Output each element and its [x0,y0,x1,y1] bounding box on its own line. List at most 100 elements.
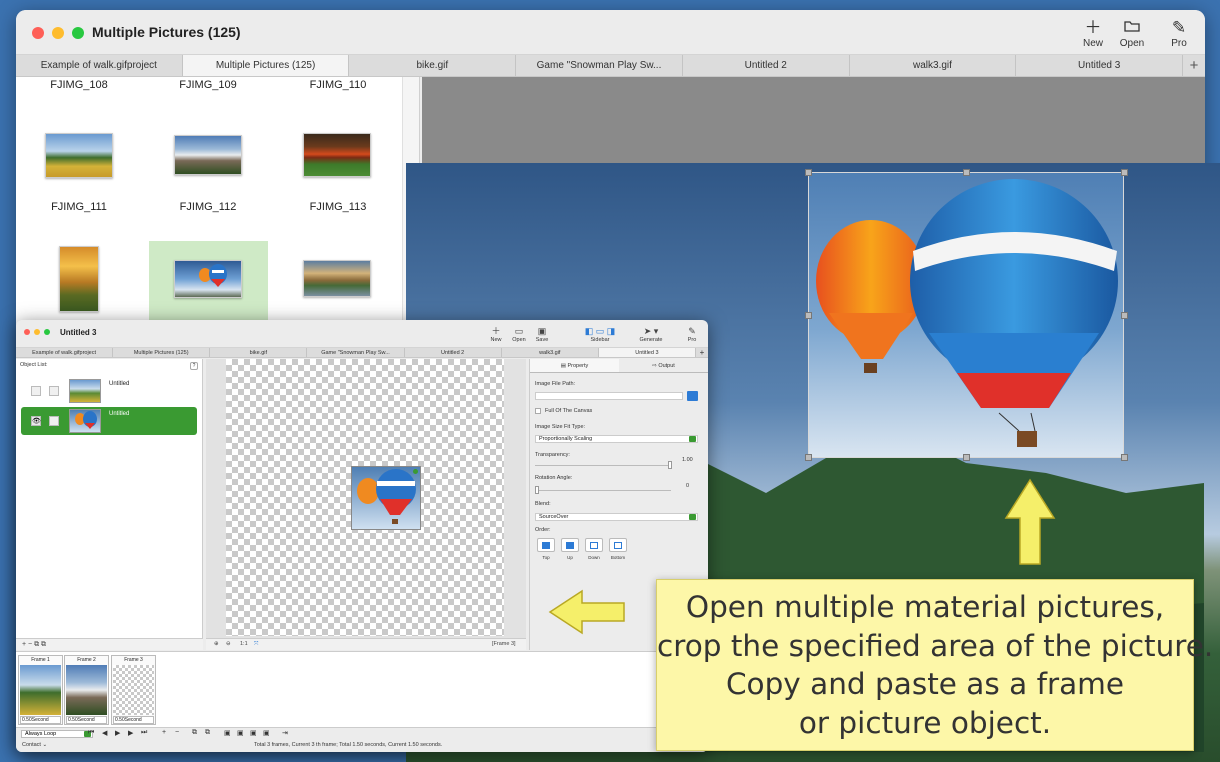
frame-2[interactable]: Frame 2 0.50Second [64,655,109,725]
tab-bike[interactable]: bike.gif [349,55,517,76]
transparent-canvas[interactable] [226,359,504,636]
sub-tab-game-snowman[interactable]: Game "Snowman Play Sw... [307,348,405,357]
lock-checkbox[interactable] [49,386,59,396]
crop-selection-rect[interactable] [805,169,1128,461]
sub-close-button[interactable] [24,329,30,335]
frame-1[interactable]: Frame 1 0.50Second [18,655,63,725]
thumbnail-fjimg-111[interactable] [45,133,113,178]
open-button[interactable]: Open [1110,18,1154,49]
order-top-button[interactable] [537,538,555,552]
browse-folder-icon[interactable] [687,391,698,401]
frame-tool-icon[interactable]: ▣ [224,729,231,737]
help-button[interactable]: ? [190,362,198,370]
minimize-button[interactable] [52,27,64,39]
frame-tool-icon[interactable]: ⇥ [282,729,288,737]
crop-handle[interactable] [805,454,812,461]
tab-property[interactable]: ▤ Property [530,359,619,372]
generate-button[interactable]: ➤ ▾ Generate [637,326,665,343]
object-list-toolbar[interactable]: + − ⧉ ⧉ [16,638,203,650]
crop-handle[interactable] [963,169,970,176]
crop-handle[interactable] [1121,454,1128,461]
sub-tab-untitled-3[interactable]: Untitled 3 [598,348,696,357]
copy-frame-icon[interactable]: ⧉ [192,729,197,737]
tab-multiple-pictures[interactable]: Multiple Pictures (125) [182,55,350,76]
close-button[interactable] [32,27,44,39]
frame-duration[interactable]: 0.50Second [20,716,61,724]
tab-untitled-2[interactable]: Untitled 2 [683,55,850,76]
tab-game-snowman[interactable]: Game "Snowman Play Sw... [516,55,683,76]
thumbnail-fjimg-113[interactable] [303,133,371,177]
crop-handle[interactable] [805,312,812,319]
full-canvas-checkbox[interactable] [535,408,541,414]
sub-zoom-button[interactable] [44,329,50,335]
image-file-path-field[interactable] [535,392,683,400]
frame-tool-icon[interactable]: ▣ [263,729,270,737]
sub-tab-bike[interactable]: bike.gif [210,348,308,357]
window-title: Multiple Pictures (125) [92,24,241,40]
prev-frame-icon[interactable]: ◀ [102,729,107,737]
crop-handle[interactable] [1121,312,1128,319]
zoom-button[interactable] [72,27,84,39]
zoom-out-button[interactable]: ⊖ [226,639,231,650]
frame-duration[interactable]: 0.50Second [66,716,107,724]
remove-frame-icon[interactable]: − [175,729,179,736]
frame-tool-icon[interactable]: ▣ [250,729,257,737]
thumbnail-hot-air-balloons[interactable] [174,260,242,298]
crop-handle[interactable] [963,454,970,461]
paste-frame-icon[interactable]: ⧉ [205,729,210,737]
order-bottom-button[interactable] [609,538,627,552]
blend-select[interactable]: SourceOver [535,513,698,521]
tab-walk-project[interactable]: Example of walk.gifproject [16,55,183,76]
thumbnail-sunset-field[interactable] [59,246,99,312]
zoom-in-button[interactable]: ⊕ [214,639,219,650]
sub-canvas[interactable] [206,359,526,638]
pro-button[interactable]: ✎ Pro [1157,18,1201,49]
slider-knob[interactable] [535,486,539,494]
first-frame-icon[interactable]: ⏮ [88,729,94,737]
transparency-slider[interactable] [535,461,672,469]
contact-menu[interactable]: Contact ⌄ [22,742,47,748]
new-button[interactable]: ＋ New [1071,18,1115,49]
add-tab-button[interactable]: + [1183,55,1205,76]
crop-handle[interactable] [805,169,812,176]
tab-property-label: Property [567,363,589,369]
tab-output[interactable]: ⇨ Output [619,359,708,372]
sub-save-button[interactable]: ▣ Save [528,326,556,343]
sub-pro-button[interactable]: ✎ Pro [678,326,706,343]
frame-3[interactable]: Frame 3 0.50Second [111,655,156,725]
pasted-picture-object[interactable] [351,466,421,530]
slider-knob[interactable] [668,461,672,469]
eye-icon[interactable]: 👁 [31,416,41,426]
sub-minimize-button[interactable] [34,329,40,335]
frame-duration[interactable]: 0.50Second [113,716,154,724]
sub-tab-walk-project[interactable]: Example of walk.gifproject [16,348,114,357]
frame-tool-icon[interactable]: ▣ [237,729,244,737]
thumbnail-lake[interactable] [303,260,371,297]
next-frame-icon[interactable]: ▶ [128,729,133,737]
order-up-button[interactable] [561,538,579,552]
thumbnail-fjimg-112[interactable] [174,135,242,175]
object-list-item-selected[interactable]: 👁 Untitled [21,407,197,435]
sub-tab-untitled-2[interactable]: Untitled 2 [405,348,502,357]
tab-walk3[interactable]: walk3.gif [850,55,1017,76]
lock-checkbox[interactable] [49,416,59,426]
thumb-label: FJIMG_108 [50,79,108,91]
order-down-button[interactable] [585,538,603,552]
sub-tab-walk3[interactable]: walk3.gif [502,348,599,357]
loop-select[interactable]: Always Loop [21,730,93,738]
fit-type-select[interactable]: Proportionally Scaling [535,435,698,443]
actual-size-button[interactable]: 1:1 [240,639,248,650]
rotation-slider[interactable] [535,486,671,494]
add-frame-icon[interactable]: + [162,729,166,736]
sub-add-tab-button[interactable]: + [696,348,708,357]
sidebar-toggle[interactable]: ◧ ▭ ◨ Sidebar [584,326,616,343]
visibility-checkbox[interactable] [31,386,41,396]
last-frame-icon[interactable]: ⏭ [141,729,147,737]
sub-tab-multiple-pictures[interactable]: Multiple Pictures (125) [113,348,211,357]
fit-button[interactable]: ⤧ [254,639,258,650]
tab-untitled-3[interactable]: Untitled 3 [1016,55,1184,76]
rotate-handle[interactable] [413,469,418,474]
play-icon[interactable]: ▶ [115,729,120,737]
object-list-item[interactable]: Untitled [21,377,197,405]
crop-handle[interactable] [1121,169,1128,176]
